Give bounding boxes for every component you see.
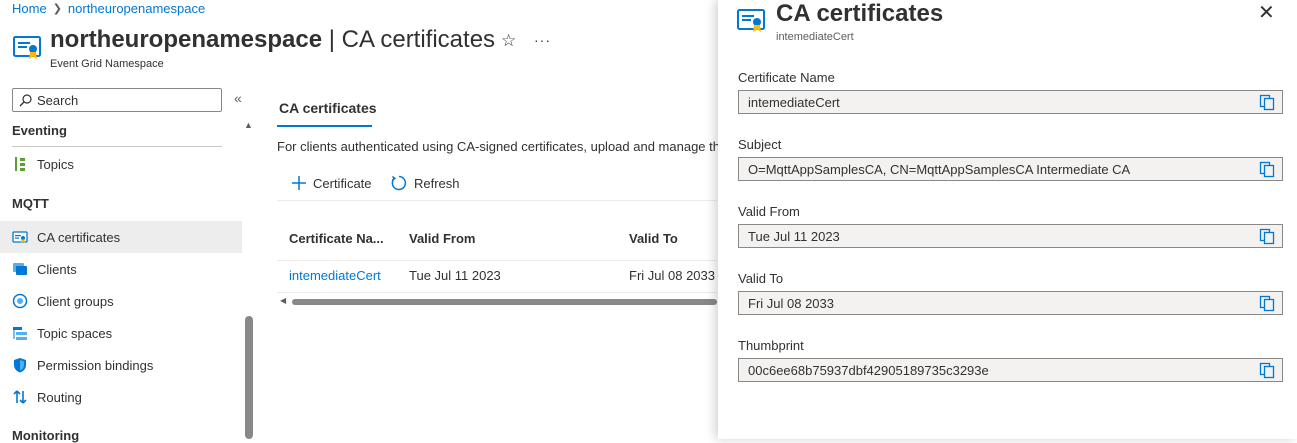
refresh-icon: [391, 175, 407, 191]
field-valid-to[interactable]: Fri Jul 08 2033: [738, 291, 1283, 315]
routing-icon: [12, 389, 28, 405]
search-box[interactable]: [12, 88, 222, 112]
tab-selected-indicator: [277, 125, 372, 127]
field-valid-from[interactable]: Tue Jul 11 2023: [738, 224, 1283, 248]
field-label-thumbprint: Thumbprint: [738, 338, 804, 353]
resource-name: northeuropenamespace: [50, 26, 323, 53]
field-label-certificate-name: Certificate Name: [738, 70, 835, 85]
group-mqtt: MQTT: [12, 196, 49, 211]
certificate-icon: [737, 9, 765, 32]
column-header-valid-from[interactable]: Valid From: [409, 231, 475, 246]
field-certificate-name[interactable]: intemediateCert: [738, 90, 1283, 114]
scroll-left-icon[interactable]: ◀: [280, 296, 286, 305]
permission-bindings-icon: [12, 357, 28, 373]
sidebar-item-label: CA certificates: [37, 229, 121, 245]
title-separator: |: [322, 26, 342, 53]
page-title: northeuropenamespace | CA certificates: [50, 26, 495, 54]
table-horizontal-scrollbar[interactable]: [292, 299, 717, 305]
table-cell-certificate-name[interactable]: intemediateCert: [289, 268, 381, 283]
group-monitoring: Monitoring: [12, 428, 80, 443]
field-label-valid-from: Valid From: [738, 204, 800, 219]
sidebar-item-label: Topic spaces: [37, 325, 113, 341]
panel-title: CA certificates: [776, 0, 944, 27]
sidebar-item-label: Topics: [37, 156, 74, 172]
field-value: Fri Jul 08 2033: [748, 295, 834, 311]
chevron-right-icon: ❯: [52, 2, 62, 15]
search-input[interactable]: [37, 92, 207, 108]
certificate-icon: [12, 229, 28, 245]
sidebar-item-permission-bindings[interactable]: Permission bindings: [0, 349, 242, 381]
table-cell-valid-to: Fri Jul 08 2033: [629, 268, 715, 283]
copy-icon[interactable]: [1259, 295, 1275, 312]
description-text: For clients authenticated using CA-signe…: [277, 139, 720, 154]
sidebar-item-routing[interactable]: Routing: [0, 381, 242, 413]
certificate-icon: [13, 36, 41, 59]
add-certificate-label: Certificate: [313, 175, 372, 191]
copy-icon[interactable]: [1259, 228, 1275, 245]
copy-icon[interactable]: [1259, 362, 1275, 379]
resource-type: Event Grid Namespace: [50, 58, 164, 70]
field-value: O=MqttAppSamplesCA, CN=MqttAppSamplesCA …: [748, 161, 1131, 177]
breadcrumb-resource-link[interactable]: northeuropenamespace: [68, 1, 205, 16]
group-divider: [12, 146, 222, 147]
field-thumbprint[interactable]: 00c6ee68b75937dbf42905189735c3293e: [738, 358, 1283, 382]
clients-icon: [12, 261, 28, 277]
sidebar-item-clients[interactable]: Clients: [0, 253, 242, 285]
sidebar-item-topics[interactable]: Topics: [0, 148, 242, 180]
sidebar-item-label: Client groups: [37, 293, 114, 309]
field-label-valid-to: Valid To: [738, 271, 784, 286]
header-divider: [277, 260, 717, 261]
topics-icon: [12, 156, 28, 172]
sidebar-item-ca-certificates[interactable]: CA certificates: [0, 221, 242, 253]
close-icon[interactable]: ✕: [1258, 2, 1275, 24]
scroll-up-icon[interactable]: ▲: [244, 120, 253, 130]
sidebar-item-label: Routing: [37, 389, 82, 405]
refresh-label: Refresh: [414, 175, 460, 191]
search-icon: [19, 93, 32, 106]
add-icon: [292, 176, 306, 190]
field-subject[interactable]: O=MqttAppSamplesCA, CN=MqttAppSamplesCA …: [738, 157, 1283, 181]
star-icon[interactable]: ☆: [501, 31, 516, 51]
panel-subtitle: intemediateCert: [776, 31, 854, 43]
copy-icon[interactable]: [1259, 161, 1275, 178]
client-groups-icon: [12, 293, 28, 309]
column-header-valid-to[interactable]: Valid To: [629, 231, 678, 246]
add-certificate-button[interactable]: Certificate: [291, 172, 372, 194]
column-header-certificate-name[interactable]: Certificate Na...: [289, 231, 384, 246]
field-value: Tue Jul 11 2023: [748, 228, 840, 244]
field-value: 00c6ee68b75937dbf42905189735c3293e: [748, 362, 989, 378]
tab-ca-certificates[interactable]: CA certificates: [279, 100, 377, 116]
sidebar-item-topic-spaces[interactable]: Topic spaces: [0, 317, 242, 349]
row-divider: [277, 292, 717, 293]
field-value: intemediateCert: [748, 94, 840, 110]
sidebar-item-label: Clients: [37, 261, 77, 277]
field-label-subject: Subject: [738, 137, 782, 152]
breadcrumb-home-link[interactable]: Home: [12, 1, 47, 16]
toolbar-divider: [277, 200, 717, 201]
copy-icon[interactable]: [1259, 94, 1275, 111]
page-name: CA certificates: [341, 26, 496, 53]
group-eventing: Eventing: [12, 123, 67, 138]
sidebar-scrollbar[interactable]: [245, 316, 253, 439]
sidebar-item-label: Permission bindings: [37, 357, 154, 373]
refresh-button[interactable]: Refresh: [390, 172, 460, 194]
more-icon[interactable]: ···: [534, 32, 551, 48]
topic-spaces-icon: [12, 325, 28, 341]
sidebar-item-client-groups[interactable]: Client groups: [0, 285, 242, 317]
breadcrumb: Home ❯ northeuropenamespace: [12, 0, 205, 16]
collapse-icon[interactable]: «: [234, 90, 242, 106]
table-cell-valid-from: Tue Jul 11 2023: [409, 268, 501, 283]
